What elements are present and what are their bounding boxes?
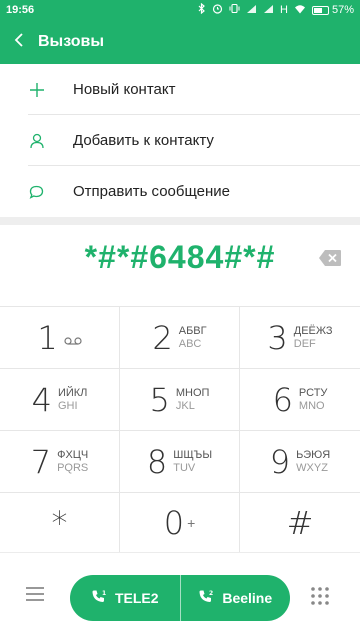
key-latin: MNO: [298, 399, 325, 412]
status-time: 19:56: [6, 4, 35, 16]
header: Вызовы: [0, 20, 360, 64]
action-list: Новый контакт Добавить к контакту Отправ…: [0, 64, 360, 217]
signal-icon-2: [263, 4, 274, 17]
key-9[interactable]: 9 ЬЭЮЯ WXYZ: [240, 431, 360, 493]
key-latin: PQRS: [57, 461, 89, 474]
backspace-icon[interactable]: [318, 249, 342, 267]
new-contact-action[interactable]: Новый контакт: [0, 64, 360, 115]
call-sim1-button[interactable]: 1 TELE2: [70, 575, 180, 621]
key-digit: 2: [152, 318, 173, 357]
menu-icon[interactable]: [26, 587, 52, 607]
key-digit: 7: [30, 442, 52, 481]
svg-text:2: 2: [209, 590, 213, 597]
phone-sim2-icon: 2: [198, 589, 214, 608]
status-bar: 19:56 H 57%: [0, 0, 360, 20]
dialed-number: *#*#6484#*#: [84, 239, 276, 275]
key-letters: РСТУ: [298, 386, 328, 399]
key-latin: DEF: [293, 337, 316, 350]
key-digit: 9: [269, 442, 291, 481]
key-7[interactable]: 7 ФХЦЧ PQRS: [0, 431, 120, 493]
sim1-label: TELE2: [114, 590, 159, 606]
key-digit: 8: [146, 442, 168, 481]
key-latin: TUV: [173, 461, 196, 474]
battery-percent: 57%: [331, 4, 354, 16]
key-digit: 0: [163, 504, 185, 542]
key-latin: WXYZ: [296, 461, 328, 474]
battery-icon: [311, 5, 329, 15]
voicemail-icon: [64, 333, 82, 345]
key-letters: ЬЭЮЯ: [296, 448, 331, 461]
keypad: 1 2 АБВГ ABC 3 ДЕЁЖЗ DEF 4 ИЙКЛ GHI 5 МН…: [0, 306, 360, 553]
key-1[interactable]: 1: [0, 307, 120, 369]
key-star[interactable]: *: [0, 493, 120, 553]
key-plus: +: [187, 515, 196, 531]
key-digit: 3: [267, 318, 288, 357]
bottom-bar: 1 TELE2 2 Beeline: [0, 552, 360, 640]
key-0[interactable]: 0 +: [120, 493, 240, 553]
key-digit: 5: [149, 380, 170, 419]
dialpad-toggle-icon[interactable]: [310, 586, 330, 606]
key-letters: ДЕЁЖЗ: [293, 324, 333, 337]
key-letters: ИЙКЛ: [57, 386, 88, 399]
key-4[interactable]: 4 ИЙКЛ GHI: [0, 369, 120, 431]
send-message-label: Отправить сообщение: [73, 183, 231, 200]
person-icon: [0, 133, 73, 149]
key-latin: ABC: [178, 337, 202, 350]
battery: 57%: [311, 4, 354, 16]
key-digit: 4: [31, 380, 52, 419]
key-letters: ШЩЪЫ: [173, 448, 213, 461]
signal-icon: [246, 4, 257, 17]
message-icon: [0, 185, 73, 199]
sim2-label: Beeline: [222, 590, 273, 606]
new-contact-label: Новый контакт: [73, 81, 176, 98]
vibrate-icon: [229, 3, 240, 17]
add-to-contact-action[interactable]: Добавить к контакту: [0, 115, 360, 166]
key-digit: 1: [37, 318, 58, 357]
wifi-icon: [294, 4, 306, 17]
page-title: Вызовы: [38, 33, 105, 50]
key-6[interactable]: 6 РСТУ MNO: [240, 369, 360, 431]
key-digit: *: [51, 504, 68, 542]
send-message-action[interactable]: Отправить сообщение: [0, 166, 360, 217]
svg-text:1: 1: [102, 590, 106, 597]
key-letters: МНОП: [175, 386, 210, 399]
status-icons: H 57%: [197, 2, 354, 17]
call-sim2-button[interactable]: 2 Beeline: [181, 575, 291, 621]
key-8[interactable]: 8 ШЩЪЫ TUV: [120, 431, 240, 493]
back-button[interactable]: [0, 20, 38, 64]
key-5[interactable]: 5 МНОП JKL: [120, 369, 240, 431]
alarm-icon: [212, 3, 223, 17]
key-digit: #: [286, 504, 314, 542]
key-letters: АБВГ: [178, 324, 207, 337]
bluetooth-icon: [197, 2, 206, 17]
plus-icon: [0, 82, 73, 97]
key-3[interactable]: 3 ДЕЁЖЗ DEF: [240, 307, 360, 369]
number-display: *#*#6484#*#: [0, 225, 360, 306]
call-buttons: 1 TELE2 2 Beeline: [70, 575, 290, 621]
key-hash[interactable]: #: [240, 493, 360, 553]
key-2[interactable]: 2 АБВГ ABC: [120, 307, 240, 369]
section-divider: [0, 217, 360, 225]
phone-sim1-icon: 1: [91, 589, 107, 608]
key-latin: GHI: [57, 399, 78, 412]
key-digit: 6: [272, 380, 293, 419]
key-latin: JKL: [175, 399, 195, 412]
chevron-left-icon: [14, 32, 24, 53]
add-to-contact-label: Добавить к контакту: [73, 132, 214, 149]
network-type: H: [280, 4, 288, 16]
key-letters: ФХЦЧ: [57, 448, 89, 461]
